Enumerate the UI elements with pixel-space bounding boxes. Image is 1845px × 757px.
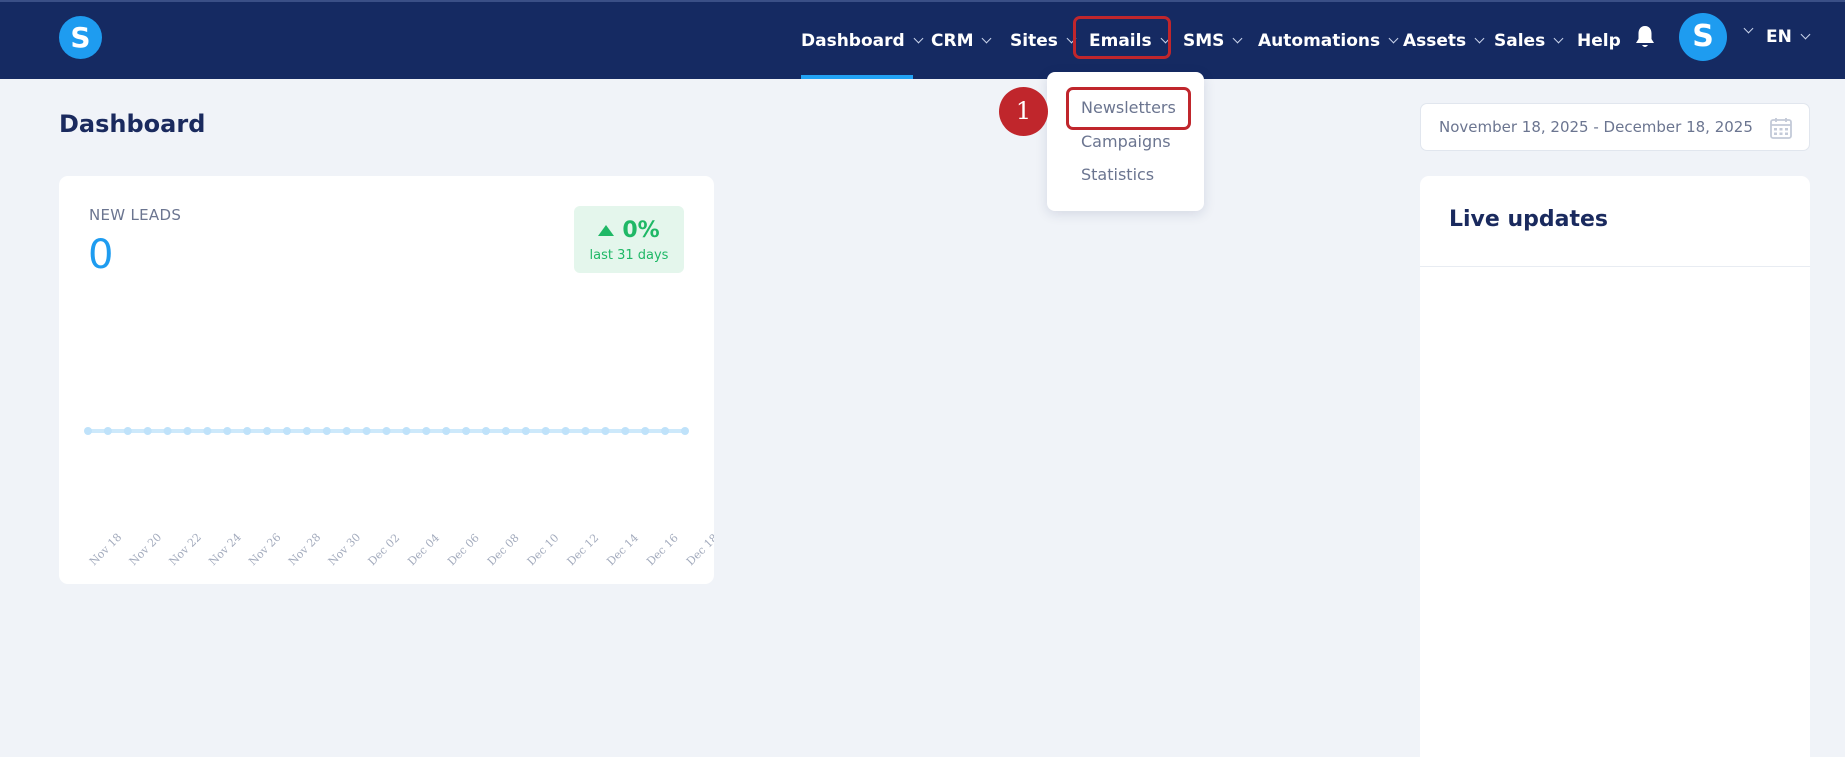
x-tick-label: Dec 06 [445,531,482,568]
page-title: Dashboard [59,110,206,138]
nav-crm[interactable]: CRM [931,2,992,79]
x-tick-label: Nov 20 [127,531,164,568]
nav-sales[interactable]: Sales [1494,2,1564,79]
nav-crm-label: CRM [931,30,974,51]
nav-sites-label: Sites [1010,30,1058,51]
chevron-down-icon [1388,33,1399,43]
data-point [422,427,431,435]
x-tick-label: Dec 02 [366,531,403,568]
nav-dashboard[interactable]: Dashboard [801,2,924,79]
data-point [123,427,132,435]
calendar-icon [1770,118,1792,139]
live-updates-card: Live updates [1420,176,1810,757]
nav-assets[interactable]: Assets [1403,2,1485,79]
x-tick-label: Nov 30 [326,531,363,568]
x-tick-label: Dec 04 [405,531,442,568]
new-leads-card: NEW LEADS 0 0% last 31 days Nov 18 Nov 20… [59,176,714,584]
nav-help[interactable]: Help [1577,2,1621,79]
x-tick-label: Dec 16 [644,531,681,568]
chevron-down-icon [1553,33,1564,43]
data-point [601,427,610,435]
divider [1420,266,1810,267]
data-point [283,427,291,435]
nav-help-label: Help [1577,30,1621,51]
data-point [462,427,471,435]
app-logo[interactable]: S [59,16,102,59]
x-tick-label: Dec 10 [525,531,562,568]
data-point [482,427,490,435]
chevron-down-icon [913,33,924,43]
x-tick-label: Dec 14 [604,531,641,568]
data-point [103,427,112,435]
x-tick-label: Dec 18 [684,531,714,568]
nav-sms[interactable]: SMS [1183,2,1243,79]
nav-sites[interactable]: Sites [1010,2,1077,79]
data-point [163,427,172,435]
x-tick-label: Nov 28 [286,531,323,568]
data-point [143,427,152,435]
x-tick-label: Dec 08 [485,531,522,568]
nav-assets-label: Assets [1403,30,1467,51]
chevron-down-icon [1800,29,1811,40]
data-point [661,427,670,435]
nav-sms-label: SMS [1183,30,1225,51]
new-leads-chart: Nov 18 Nov 20 Nov 22 Nov 24 Nov 26 Nov 28 Nov … [84,427,714,568]
data-point [263,427,272,435]
top-navigation-bar: S Dashboard CRM Sites Emails SMS Automat… [0,0,1845,79]
data-point [521,427,530,435]
nav-sales-label: Sales [1494,30,1546,51]
data-point [681,427,689,435]
chevron-down-icon[interactable] [1743,23,1754,34]
data-point [223,427,232,435]
nav-dashboard-label: Dashboard [801,30,905,51]
newsletters-highlight-box [1066,87,1191,130]
data-point [581,427,590,435]
language-selector[interactable]: EN [1766,2,1811,72]
data-point [641,427,650,435]
nav-automations-label: Automations [1258,30,1381,51]
chevron-down-icon [1232,33,1243,43]
active-tab-indicator [801,75,913,79]
user-avatar[interactable]: S [1679,13,1727,61]
data-point [442,427,451,435]
data-point [243,427,252,435]
x-tick-label: Nov 22 [167,531,204,568]
data-point [322,427,331,435]
data-point [382,427,391,435]
x-tick-label: Nov 26 [246,531,283,568]
x-tick-label: Nov 24 [206,531,243,568]
language-label: EN [1766,27,1792,47]
data-point [203,427,212,435]
bell-icon[interactable] [1634,24,1656,50]
x-tick-label: Dec 12 [565,531,602,568]
data-point [362,427,371,435]
data-point [561,427,570,435]
chevron-down-icon [1474,33,1485,43]
live-updates-title: Live updates [1449,207,1609,232]
step-number-badge: 1 [999,87,1048,136]
date-range-value: November 18, 2025 - December 18, 2025 [1439,118,1753,136]
data-point [342,427,351,435]
data-point [501,427,510,435]
data-point [402,427,411,435]
data-point [302,427,311,435]
date-range-picker[interactable]: November 18, 2025 - December 18, 2025 [1420,103,1810,151]
menu-item-campaigns[interactable]: Campaigns [1081,132,1171,151]
data-point [183,427,192,435]
chevron-down-icon [982,33,992,43]
data-point [84,427,92,435]
x-tick-label: Nov 18 [87,531,124,568]
menu-item-statistics[interactable]: Statistics [1081,165,1154,184]
data-point [621,427,630,435]
nav-automations[interactable]: Automations [1258,2,1399,79]
emails-highlight-box [1073,16,1171,59]
data-point [541,427,550,435]
